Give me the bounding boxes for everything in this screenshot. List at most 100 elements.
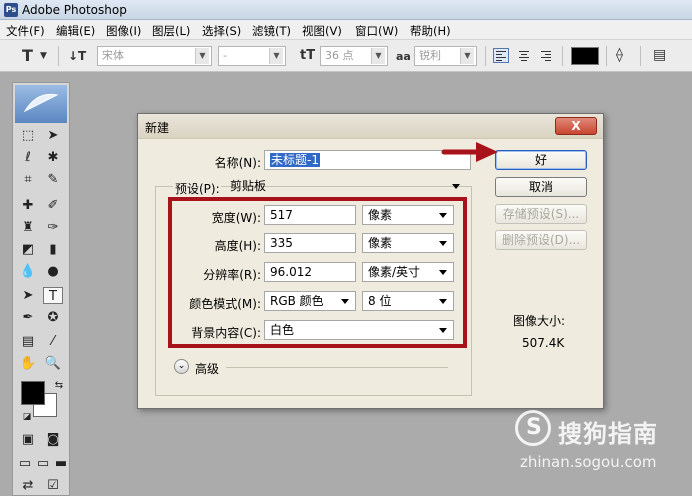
healing-brush-tool-icon[interactable]: ✚ bbox=[18, 197, 38, 214]
preset-label: 预设(P): bbox=[173, 180, 221, 197]
tools-panel: ⬚ ➤ ℓ ✱ ⌗ ✎ ✚ ✐ ♜ ✑ ◩ ▮ 💧 ● ➤ T ✒ ✪ ▤ ⁄ … bbox=[12, 82, 70, 496]
chevron-down-icon bbox=[439, 328, 447, 333]
clone-stamp-tool-icon[interactable]: ♜ bbox=[18, 219, 38, 236]
chevron-down-icon bbox=[452, 184, 460, 189]
swap-colors-icon[interactable]: ⇆ bbox=[49, 377, 69, 394]
tool-preset-dropdown-icon[interactable]: ▼ bbox=[40, 51, 47, 61]
height-unit-value: 像素 bbox=[368, 236, 393, 250]
width-unit-select[interactable]: 像素 bbox=[362, 205, 454, 225]
align-center-icon[interactable] bbox=[516, 48, 532, 63]
chevron-down-icon bbox=[439, 299, 447, 304]
marquee-tool-icon[interactable]: ⬚ bbox=[18, 127, 38, 144]
imageready-jump-icon[interactable]: ⇄ bbox=[18, 477, 38, 494]
watermark-url: zhinan.sogou.com bbox=[520, 453, 657, 471]
width-input[interactable]: 517 bbox=[264, 205, 356, 225]
eyedropper-tool-icon[interactable]: ⁄ bbox=[43, 333, 63, 350]
antialias-select[interactable]: 锐利 ▼ bbox=[414, 46, 477, 66]
resolution-value: 96.012 bbox=[270, 265, 312, 279]
default-colors-icon[interactable]: ◪ bbox=[17, 409, 37, 426]
dodge-tool-icon[interactable]: ● bbox=[43, 263, 63, 280]
slice-tool-icon[interactable]: ✎ bbox=[43, 171, 63, 188]
title-bar: Ps Adobe Photoshop bbox=[0, 0, 692, 20]
chevron-down-icon: ▼ bbox=[371, 48, 385, 64]
height-value: 335 bbox=[270, 236, 293, 250]
text-color-swatch[interactable] bbox=[571, 47, 599, 65]
menu-bar: 文件(F) 编辑(E) 图像(I) 图层(L) 选择(S) 滤镜(T) 视图(V… bbox=[0, 20, 692, 40]
type-tool-icon[interactable]: T bbox=[22, 46, 33, 65]
separator bbox=[58, 46, 59, 66]
background-contents-value: 白色 bbox=[270, 323, 295, 337]
eraser-tool-icon[interactable]: ◩ bbox=[18, 241, 38, 258]
save-preset-button[interactable]: 存储预设(S)... bbox=[495, 204, 587, 224]
menu-edit[interactable]: 编辑(E) bbox=[56, 23, 95, 39]
name-value: 未标题-1 bbox=[270, 153, 320, 167]
ok-button[interactable]: 好 bbox=[495, 150, 587, 170]
toggle-orientation-icon[interactable]: ↓T bbox=[68, 49, 86, 63]
pen-tool-icon[interactable]: ✒ bbox=[18, 309, 38, 326]
move-tool-icon[interactable]: ➤ bbox=[43, 127, 63, 144]
path-selection-tool-icon[interactable]: ➤ bbox=[18, 287, 38, 304]
font-size-select[interactable]: 36 点 ▼ bbox=[320, 46, 388, 66]
menu-layer[interactable]: 图层(L) bbox=[152, 23, 190, 39]
height-unit-select[interactable]: 像素 bbox=[362, 233, 454, 253]
delete-preset-button[interactable]: 删除预设(D)... bbox=[495, 230, 587, 250]
menu-file[interactable]: 文件(F) bbox=[6, 23, 45, 39]
resolution-input[interactable]: 96.012 bbox=[264, 262, 356, 282]
preset-select[interactable]: 剪贴板 bbox=[224, 176, 467, 196]
hand-tool-icon[interactable]: ✋ bbox=[18, 355, 38, 372]
screen-mode-full-menu-icon[interactable]: ▭ bbox=[33, 455, 53, 472]
history-brush-tool-icon[interactable]: ✑ bbox=[43, 219, 63, 236]
menu-filter[interactable]: 滤镜(T) bbox=[252, 23, 291, 39]
magic-wand-tool-icon[interactable]: ✱ bbox=[43, 149, 63, 166]
color-mode-select[interactable]: RGB 颜色 bbox=[264, 291, 356, 311]
dialog-title-bar: 新建 X bbox=[138, 114, 603, 139]
font-family-select[interactable]: 宋体 ▼ bbox=[97, 46, 212, 66]
menu-help[interactable]: 帮助(H) bbox=[410, 23, 451, 39]
menu-image[interactable]: 图像(I) bbox=[106, 23, 141, 39]
chevron-down-icon: ▼ bbox=[460, 48, 474, 64]
height-label: 高度(H): bbox=[214, 239, 261, 253]
separator bbox=[606, 46, 607, 66]
lasso-tool-icon[interactable]: ℓ bbox=[18, 149, 38, 166]
antialias-icon: aa bbox=[396, 50, 411, 63]
watermark-brand: 搜狗指南 bbox=[558, 420, 658, 448]
align-right-icon[interactable] bbox=[538, 48, 554, 63]
advanced-label: 高级 bbox=[195, 362, 220, 376]
shape-tool-icon[interactable]: ✪ bbox=[43, 309, 63, 326]
menu-select[interactable]: 选择(S) bbox=[202, 23, 241, 39]
close-button[interactable]: X bbox=[555, 117, 597, 135]
font-style-select[interactable]: - ▼ bbox=[218, 46, 286, 66]
sogou-logo-icon bbox=[515, 410, 551, 446]
gradient-tool-icon[interactable]: ▮ bbox=[43, 241, 63, 258]
warp-text-icon[interactable]: ⟠ bbox=[616, 47, 623, 63]
menu-view[interactable]: 视图(V) bbox=[302, 23, 342, 39]
annotation-arrow-icon bbox=[441, 142, 498, 162]
menu-window[interactable]: 窗口(W) bbox=[355, 23, 398, 39]
quick-mask-mode-icon[interactable]: ◙ bbox=[43, 431, 63, 448]
standard-mode-icon[interactable]: ▣ bbox=[18, 431, 38, 448]
brush-tool-icon[interactable]: ✐ bbox=[43, 197, 63, 214]
window-title: Adobe Photoshop bbox=[22, 3, 127, 17]
screen-mode-standard-icon[interactable]: ▭ bbox=[15, 455, 35, 472]
feather-logo bbox=[15, 85, 67, 123]
height-input[interactable]: 335 bbox=[264, 233, 356, 253]
resolution-unit-select[interactable]: 像素/英寸 bbox=[362, 262, 454, 282]
separator bbox=[485, 46, 486, 66]
crop-tool-icon[interactable]: ⌗ bbox=[18, 171, 38, 188]
screen-mode-full-icon[interactable]: ▬ bbox=[51, 455, 71, 472]
preset-value: 剪贴板 bbox=[230, 179, 267, 193]
blur-tool-icon[interactable]: 💧 bbox=[18, 263, 38, 280]
foreground-color-swatch[interactable] bbox=[21, 381, 45, 405]
align-left-icon[interactable] bbox=[493, 48, 509, 63]
bit-depth-select[interactable]: 8 位 bbox=[362, 291, 454, 311]
character-panel-icon[interactable]: ▤ bbox=[653, 47, 666, 63]
dialog-title: 新建 bbox=[145, 121, 170, 135]
notes-tool-icon[interactable]: ▤ bbox=[18, 333, 38, 350]
jump-to-icon[interactable]: ☑ bbox=[43, 477, 63, 494]
resolution-unit-value: 像素/英寸 bbox=[368, 265, 421, 279]
cancel-button[interactable]: 取消 bbox=[495, 177, 587, 197]
zoom-tool-icon[interactable]: 🔍 bbox=[43, 355, 63, 372]
chevron-down-icon bbox=[439, 270, 447, 275]
type-tool-icon[interactable]: T bbox=[43, 287, 63, 304]
background-contents-select[interactable]: 白色 bbox=[264, 320, 454, 340]
